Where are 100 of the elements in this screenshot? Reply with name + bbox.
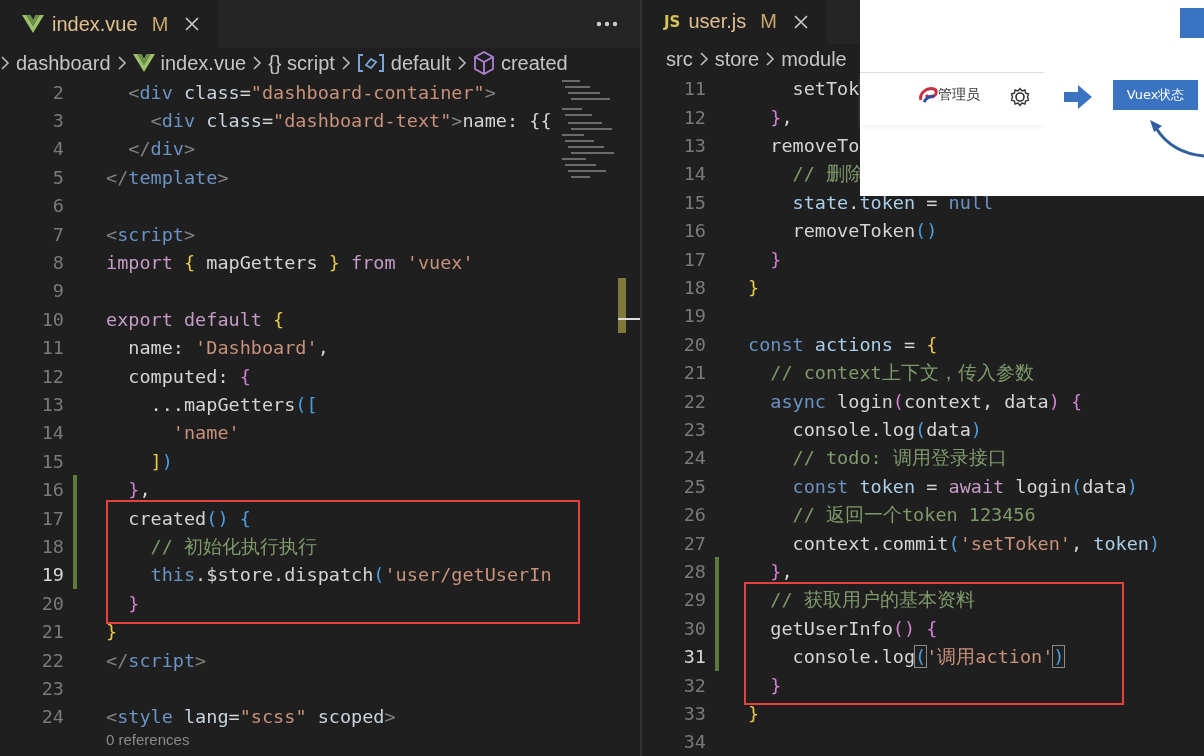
breadcrumb-item[interactable]: index.vue bbox=[132, 51, 247, 75]
breadcrumb-item[interactable]: dashboard bbox=[16, 51, 111, 75]
line-number: 7 bbox=[51, 223, 64, 245]
chevron-icon bbox=[340, 55, 351, 71]
breadcrumb-item[interactable]: created bbox=[472, 51, 568, 75]
code-line: export default { bbox=[106, 308, 285, 330]
chevron-icon bbox=[698, 51, 709, 68]
code-line: <div class="dashboard-container"> bbox=[127, 81, 496, 103]
line-number: 20 bbox=[682, 333, 706, 355]
line-number: 14 bbox=[40, 422, 64, 444]
line-number: 33 bbox=[682, 702, 706, 724]
line-number: 15 bbox=[40, 450, 64, 472]
line-number: 14 bbox=[682, 163, 706, 185]
line-number: 23 bbox=[682, 419, 706, 440]
code-line: <style lang="scss" scoped> bbox=[106, 706, 396, 728]
breadcrumb-item[interactable]: default bbox=[356, 51, 451, 75]
settings-icon bbox=[1010, 87, 1030, 107]
line-number: 10 bbox=[40, 308, 64, 330]
breadcrumb-item[interactable]: module bbox=[781, 47, 847, 71]
line-number: 3 bbox=[51, 110, 64, 132]
line-number: 15 bbox=[682, 191, 706, 213]
editor-tab[interactable]: JS user.js M bbox=[642, 0, 827, 44]
code-line: context.commit('setToken', token) bbox=[791, 532, 1161, 554]
line-number: 5 bbox=[51, 166, 64, 188]
vue-logo-icon bbox=[132, 54, 155, 72]
line-number: 16 bbox=[682, 220, 706, 242]
code-line: const token = await login(data) bbox=[791, 475, 1138, 497]
code-line: // 初始化执行执行 bbox=[149, 534, 317, 559]
curved-arrow-icon bbox=[1148, 120, 1204, 160]
code-line: console.log(data) bbox=[791, 419, 982, 440]
line-number: 17 bbox=[682, 248, 706, 270]
line-number: 21 bbox=[682, 362, 706, 384]
code-line: } bbox=[769, 674, 782, 696]
code-line: removeTo bbox=[769, 135, 860, 157]
user-label: 管理员 bbox=[938, 86, 980, 104]
line-number: 20 bbox=[40, 592, 64, 614]
line-number: 27 bbox=[682, 532, 706, 554]
code-line: <div class="dashboard-text">name: {{ bbox=[149, 110, 552, 132]
line-number: 8 bbox=[51, 252, 64, 274]
line-number: 26 bbox=[682, 504, 706, 526]
breadcrumb-item[interactable]: src bbox=[666, 47, 693, 71]
code-line: async login(context, data) { bbox=[769, 390, 1083, 412]
code-line: created() { bbox=[127, 507, 251, 529]
code-line: getUserInfo() { bbox=[769, 617, 938, 639]
code-line: this.$store.dispatch('user/getUserIn bbox=[149, 564, 552, 586]
code-line: computed: { bbox=[127, 365, 251, 387]
line-number: 34 bbox=[682, 731, 706, 753]
line-number: 12 bbox=[682, 106, 706, 128]
breadcrumb-item[interactable]: store bbox=[714, 47, 760, 71]
code-line: 'name' bbox=[171, 422, 240, 444]
line-number: 9 bbox=[51, 280, 64, 302]
line-number: 24 bbox=[682, 447, 706, 469]
code-line: </div> bbox=[127, 138, 196, 160]
line-number: 13 bbox=[682, 135, 706, 157]
code-line: // context上下文，传入参数 bbox=[769, 361, 1034, 386]
code-line: ...mapGetters([ bbox=[149, 394, 318, 415]
code-line: console.log('调用action') bbox=[791, 645, 1065, 670]
line-number: 2 bbox=[51, 81, 64, 103]
more-actions-icon[interactable] bbox=[596, 21, 618, 27]
code-line: import { mapGetters } from 'vuex' bbox=[106, 252, 474, 274]
code-line: // 获取用户的基本资料 bbox=[769, 588, 975, 613]
code-line: } bbox=[127, 592, 140, 614]
close-icon[interactable] bbox=[184, 16, 201, 32]
line-number: 17 bbox=[40, 507, 64, 529]
line-number: 6 bbox=[51, 195, 64, 217]
code-line: }, bbox=[127, 479, 151, 501]
code-line: </script> bbox=[106, 649, 207, 671]
code-line: // 返回一个token 123456 bbox=[791, 503, 1036, 528]
namespace-icon bbox=[356, 53, 385, 73]
line-number: 19 bbox=[40, 564, 64, 586]
line-number: 22 bbox=[40, 649, 64, 671]
code-line: } bbox=[106, 621, 118, 643]
swirl-logo-icon bbox=[918, 86, 938, 104]
code-line: // todo: 调用登录接口 bbox=[791, 446, 1007, 471]
vue-logo-icon bbox=[22, 15, 44, 33]
code-line: setTok bbox=[791, 78, 860, 100]
line-number: 23 bbox=[40, 677, 64, 699]
line-number: 11 bbox=[682, 78, 706, 100]
code-line: }, bbox=[769, 106, 793, 128]
state-box: Vuex状态 bbox=[1113, 80, 1198, 110]
line-number: 18 bbox=[682, 277, 706, 299]
line-number: 4 bbox=[51, 138, 64, 160]
editor-tab[interactable]: index.vue M bbox=[0, 0, 219, 48]
line-number: 18 bbox=[40, 535, 64, 557]
breadcrumb-item[interactable]: {} script bbox=[268, 51, 335, 75]
chevron-icon bbox=[765, 51, 776, 68]
code-lens[interactable]: 0 references bbox=[0, 731, 640, 748]
line-number: 13 bbox=[40, 394, 64, 415]
code-line: const actions = { bbox=[748, 333, 938, 355]
line-number: 32 bbox=[682, 674, 706, 696]
code-line: ]) bbox=[149, 450, 173, 472]
line-number: 28 bbox=[682, 560, 706, 582]
chevron-icon bbox=[456, 55, 467, 71]
line-number: 19 bbox=[682, 305, 706, 327]
close-icon[interactable] bbox=[792, 13, 809, 30]
chevron-icon bbox=[116, 55, 127, 71]
line-number: 21 bbox=[40, 621, 64, 643]
code-line: </template> bbox=[106, 166, 229, 188]
line-number: 16 bbox=[40, 479, 64, 501]
line-number: 22 bbox=[682, 390, 706, 412]
